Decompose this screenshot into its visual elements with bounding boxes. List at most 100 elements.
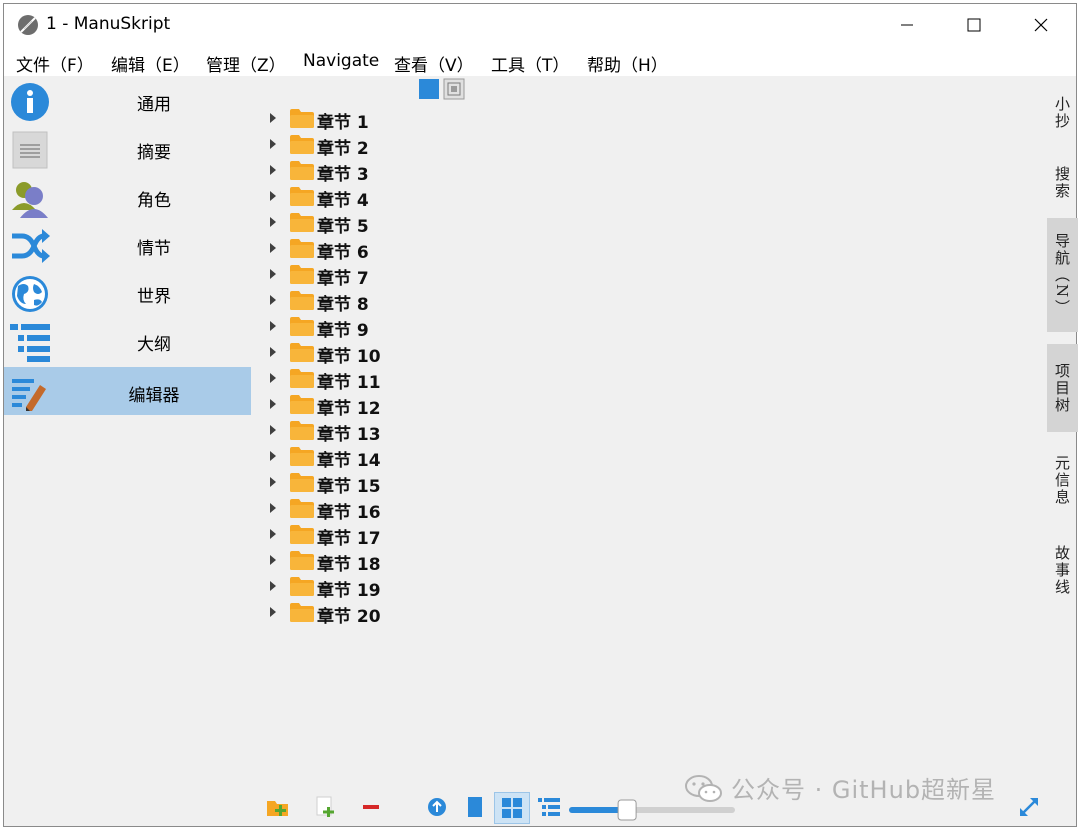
tab-storyline[interactable]: 故事线 [1047,530,1078,610]
editor-icon [12,379,46,411]
arrow-up-icon [428,798,446,816]
go-up-button[interactable] [422,792,452,822]
tab-search[interactable]: 搜索 [1047,150,1078,216]
expand-arrow-icon[interactable] [270,295,276,305]
tab-navigation[interactable]: 导航（N） [1047,218,1078,332]
expand-arrow-icon[interactable] [270,373,276,383]
tree-item-label: 章节 9 [317,321,369,341]
expand-arrow-icon[interactable] [270,165,276,175]
minimize-button[interactable] [884,4,930,46]
folder-icon [290,499,314,518]
tree-item[interactable]: 章节 16 [266,496,466,523]
tree-item[interactable]: 章节 5 [266,210,466,237]
sidebar-item-world[interactable]: 世界 [4,268,251,316]
folder-icon [290,135,314,154]
tree-item-label: 章节 19 [317,581,381,601]
document-icon [468,797,482,817]
app-window: 1 - ManuSkript 文件（F） 编辑（E） 管理（Z） Navigat… [3,3,1078,827]
sidebar-item-summary[interactable]: 摘要 [4,124,251,172]
folder-icon [290,291,314,310]
add-text-button[interactable] [310,792,340,822]
tree-item-label: 章节 15 [317,477,381,497]
sidebar-item-label: 摘要 [137,143,171,163]
slider-thumb[interactable] [617,799,637,821]
remove-button[interactable] [356,792,386,822]
tree-item[interactable]: 章节 3 [266,158,466,185]
add-folder-icon [267,801,288,816]
sidebar-item-outline[interactable]: 大纲 [4,316,251,364]
zoom-slider[interactable] [567,799,737,821]
view-outline-button[interactable] [534,792,564,822]
tree-item[interactable]: 章节 14 [266,444,466,471]
sidebar-item-label: 情节 [137,239,171,259]
summary-icon [12,131,48,169]
menu-navigate[interactable]: Navigate [303,51,379,71]
sidebar-item-label: 角色 [137,191,171,211]
menu-tools[interactable]: 工具（T） [491,51,569,76]
tree-item-label: 章节 3 [317,165,369,185]
add-folder-button[interactable] [263,792,293,822]
expand-arrow-icon[interactable] [270,113,276,123]
expand-arrow-icon[interactable] [270,581,276,591]
tree-item[interactable]: 章节 10 [266,340,466,367]
split-view-icon[interactable] [443,78,465,100]
expand-arrow-icon[interactable] [270,269,276,279]
folder-icon [290,343,314,362]
close-button[interactable] [1018,4,1064,46]
sidebar-item-general[interactable]: 通用 [4,76,251,124]
tree-item[interactable]: 章节 11 [266,366,466,393]
tree-item[interactable]: 章节 17 [266,522,466,549]
menu-edit[interactable]: 编辑（E） [111,51,190,76]
expand-arrow-icon[interactable] [270,503,276,513]
sidebar-item-characters[interactable]: 角色 [4,172,251,220]
menu-manage[interactable]: 管理（Z） [206,51,286,76]
expand-arrow-icon[interactable] [270,529,276,539]
view-mode-icons [419,78,465,100]
tree-item-label: 章节 12 [317,399,381,419]
sidebar-item-editor[interactable]: 编辑器 [4,367,251,415]
view-mode-toggles [419,78,467,100]
menu-view[interactable]: 查看（V） [394,51,474,76]
expand-arrow-icon[interactable] [270,347,276,357]
maximize-button[interactable] [951,4,997,46]
view-text-button[interactable] [460,792,490,822]
tab-cheatsheet[interactable]: 小抄 [1047,80,1078,146]
dock-tabs: 小抄 搜索 导航（N） 项目树 元信息 故事线 [1047,76,1078,616]
tree-item[interactable]: 章节 13 [266,418,466,445]
tree-item[interactable]: 章节 2 [266,132,466,159]
tree-item[interactable]: 章节 4 [266,184,466,211]
expand-arrow-icon[interactable] [270,451,276,461]
expand-arrow-icon[interactable] [270,477,276,487]
expand-arrow-icon[interactable] [270,191,276,201]
folder-icon [290,473,314,492]
expand-arrow-icon[interactable] [270,607,276,617]
expand-arrow-icon[interactable] [270,321,276,331]
single-view-icon[interactable] [419,79,439,99]
folder-icon [290,603,314,622]
tab-project-tree[interactable]: 项目树 [1047,344,1078,432]
menu-file[interactable]: 文件（F） [16,51,94,76]
tree-item[interactable]: 章节 9 [266,314,466,341]
expand-arrow-icon[interactable] [270,243,276,253]
tree-item[interactable]: 章节 20 [266,600,466,627]
sidebar-item-plot[interactable]: 情节 [4,220,251,268]
tree-item[interactable]: 章节 12 [266,392,466,419]
expand-arrow-icon[interactable] [270,399,276,409]
view-cork-button[interactable] [494,792,530,824]
list-outline-icon [538,798,560,816]
folder-icon [290,551,314,570]
expand-arrow-icon[interactable] [270,425,276,435]
tree-item[interactable]: 章节 19 [266,574,466,601]
tree-item[interactable]: 章节 7 [266,262,466,289]
tree-item[interactable]: 章节 6 [266,236,466,263]
menu-help[interactable]: 帮助（H） [587,51,668,76]
expand-arrow-icon[interactable] [270,217,276,227]
expand-arrow-icon[interactable] [270,555,276,565]
tab-metadata[interactable]: 元信息 [1047,440,1078,520]
tree-item[interactable]: 章节 18 [266,548,466,575]
fullscreen-button[interactable] [1014,792,1044,822]
tree-item[interactable]: 章节 1 [266,106,466,133]
tree-item[interactable]: 章节 15 [266,470,466,497]
tree-item[interactable]: 章节 8 [266,288,466,315]
expand-arrow-icon[interactable] [270,139,276,149]
